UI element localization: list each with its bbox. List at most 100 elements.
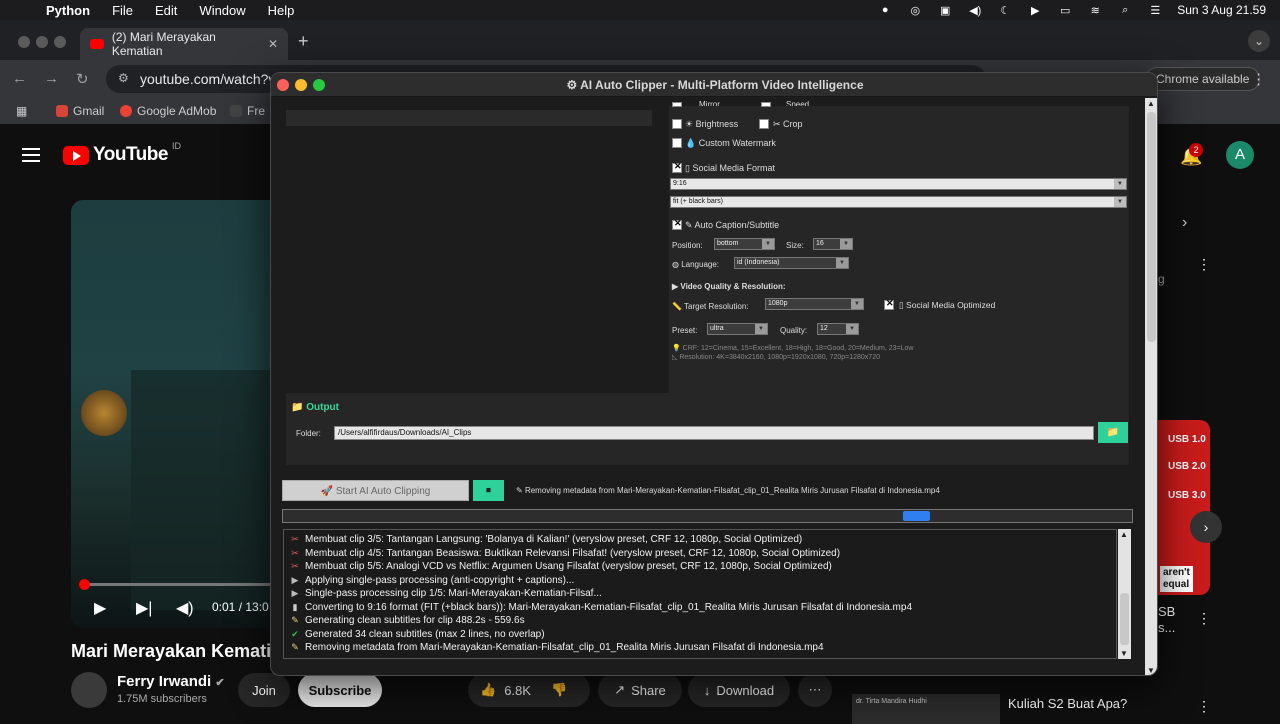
chrome-menu-icon[interactable]: ⋮: [1251, 70, 1266, 88]
zoom-window-icon[interactable]: [54, 36, 66, 48]
close-window-icon[interactable]: [277, 79, 289, 91]
scroll-down-icon[interactable]: ▼: [1147, 666, 1155, 675]
caption-position-select[interactable]: bottom ▼: [714, 238, 775, 250]
chevron-down-icon[interactable]: ▼: [762, 239, 774, 249]
browser-tab[interactable]: (2) Mari Merayakan Kematian ✕: [80, 28, 288, 60]
search-icon[interactable]: ⌕: [1117, 4, 1133, 16]
play-icon[interactable]: ▶: [94, 598, 106, 618]
apps-grid-icon[interactable]: ▦: [16, 104, 27, 118]
site-info-icon[interactable]: ⚙: [118, 71, 129, 85]
window-titlebar[interactable]: ⚙ AI Auto Clipper - Multi-Platform Video…: [271, 73, 1157, 97]
minimize-window-icon[interactable]: [295, 79, 307, 91]
recommended-video-title[interactable]: Kuliah S2 Buat Apa?: [1008, 696, 1127, 711]
scroll-down-icon[interactable]: ▼: [1120, 649, 1128, 658]
like-button[interactable]: 👍 6.8K 👎: [468, 673, 590, 707]
vpn-icon[interactable]: ◎: [907, 4, 923, 17]
close-window-icon[interactable]: [18, 36, 30, 48]
log-scrollbar[interactable]: ▲ ▼: [1118, 529, 1131, 659]
target-resolution-select[interactable]: 1080p ▼: [765, 298, 864, 310]
download-button[interactable]: ↓ Download: [688, 673, 790, 707]
fit-mode-select[interactable]: fit (+ black bars) ▼: [670, 196, 1127, 208]
more-actions-icon[interactable]: ⋯: [798, 673, 832, 707]
bookmark-gmail[interactable]: Gmail: [56, 104, 104, 118]
chrome-update-button[interactable]: Chrome available: [1145, 67, 1261, 91]
back-icon[interactable]: ←: [12, 70, 27, 87]
video-progress-bar[interactable]: [79, 579, 271, 590]
menu-app-name[interactable]: Python: [46, 3, 90, 18]
bookmark-fre[interactable]: Fre: [230, 104, 265, 118]
shelf-next-icon[interactable]: ›: [1190, 511, 1222, 543]
chevron-down-icon[interactable]: ▼: [1114, 179, 1126, 189]
share-button[interactable]: ↗ Share: [598, 673, 682, 707]
mirror-checkbox[interactable]: [672, 102, 682, 107]
display-icon[interactable]: ▣: [937, 4, 953, 17]
side-video-menu-icon[interactable]: ⋮: [1197, 610, 1211, 627]
recommended-thumbnail[interactable]: USB 1.0 USB 2.0 USB 3.0 aren't equal: [1158, 420, 1210, 595]
browse-folder-button[interactable]: 📁: [1098, 422, 1128, 443]
output-folder-field[interactable]: /Users/alfifirdaus/Downloads/AI_Clips: [334, 426, 1094, 440]
log-output[interactable]: ✂ Membuat clip 3/5: Tantangan Langsung: '…: [283, 529, 1117, 659]
chevron-down-icon[interactable]: ▼: [755, 324, 767, 334]
wifi-icon[interactable]: ≋: [1087, 4, 1103, 17]
youtube-logo[interactable]: YouTube ID: [63, 141, 181, 166]
volume-icon[interactable]: ◀): [967, 4, 983, 17]
preset-select[interactable]: ultra ▼: [707, 323, 768, 335]
speed-checkbox[interactable]: [761, 102, 771, 107]
aspect-ratio-select[interactable]: 9:16 ▼: [670, 178, 1127, 190]
chevron-down-icon[interactable]: ▼: [846, 324, 858, 334]
tab-search-chevron-icon[interactable]: ⌄: [1248, 30, 1270, 52]
caption-size-select[interactable]: 16 ▼: [813, 238, 853, 250]
new-tab-icon[interactable]: +: [298, 31, 309, 52]
start-clipping-button[interactable]: 🚀 Start AI Auto Clipping: [282, 480, 469, 501]
thumbs-down-icon[interactable]: 👎: [551, 682, 567, 698]
control-center-icon[interactable]: ☰: [1147, 4, 1163, 17]
forward-icon[interactable]: →: [44, 70, 59, 87]
stop-button[interactable]: ⏹: [473, 480, 504, 501]
zoom-window-icon[interactable]: [313, 79, 325, 91]
reco-video-menu-icon[interactable]: ⋮: [1197, 698, 1211, 715]
watermark-checkbox[interactable]: [672, 138, 682, 148]
video-player[interactable]: [71, 200, 271, 628]
record-icon[interactable]: ●: [877, 4, 893, 16]
social-format-checkbox[interactable]: [672, 161, 682, 173]
quality-select[interactable]: 12 ▼: [817, 323, 859, 335]
progress-knob[interactable]: [79, 579, 90, 590]
crop-checkbox[interactable]: [759, 119, 769, 129]
chips-next-icon[interactable]: ›: [1182, 214, 1187, 232]
menu-file[interactable]: File: [112, 3, 133, 18]
menubar-clock[interactable]: Sun 3 Aug 21.59: [1177, 3, 1266, 17]
channel-avatar[interactable]: [71, 672, 107, 708]
join-button[interactable]: Join: [238, 673, 290, 707]
play-circle-icon[interactable]: ▶: [1027, 4, 1043, 17]
menu-edit[interactable]: Edit: [155, 3, 177, 18]
channel-name[interactable]: Ferry Irwandi ✔: [117, 673, 225, 690]
video-menu-icon[interactable]: ⋮: [1197, 256, 1211, 273]
close-tab-icon[interactable]: ✕: [268, 37, 278, 51]
auto-caption-checkbox[interactable]: [672, 218, 682, 230]
next-video-icon[interactable]: ▶|: [136, 598, 152, 618]
chevron-down-icon[interactable]: ▼: [851, 299, 863, 309]
minimize-window-icon[interactable]: [36, 36, 48, 48]
chevron-down-icon[interactable]: ▼: [836, 258, 848, 268]
side-video-title[interactable]: SB s...: [1158, 604, 1175, 636]
scroll-up-icon[interactable]: ▲: [1120, 530, 1128, 539]
hamburger-menu-icon[interactable]: [22, 148, 40, 166]
menu-help[interactable]: Help: [268, 3, 295, 18]
menu-window[interactable]: Window: [199, 3, 245, 18]
social-optimized-checkbox[interactable]: [884, 298, 894, 310]
subscribe-button[interactable]: Subscribe: [298, 673, 382, 707]
window-scrollbar[interactable]: ▲ ▼: [1145, 98, 1157, 675]
brightness-checkbox[interactable]: [672, 119, 682, 129]
scroll-up-icon[interactable]: ▲: [1147, 99, 1155, 108]
chevron-down-icon[interactable]: ▼: [840, 239, 852, 249]
log-scroll-thumb[interactable]: [1120, 593, 1129, 645]
moon-icon[interactable]: ☾: [997, 4, 1013, 17]
chevron-down-icon[interactable]: ▼: [1114, 197, 1126, 207]
window-scroll-thumb[interactable]: [1147, 112, 1156, 342]
volume-icon[interactable]: ◀): [176, 598, 194, 618]
caption-language-select[interactable]: id (Indonesia) ▼: [734, 257, 849, 269]
user-avatar[interactable]: A: [1226, 141, 1254, 169]
battery-icon[interactable]: ▭: [1057, 4, 1073, 17]
bookmark-admob[interactable]: Google AdMob: [120, 104, 216, 118]
reload-icon[interactable]: ↻: [76, 70, 89, 88]
